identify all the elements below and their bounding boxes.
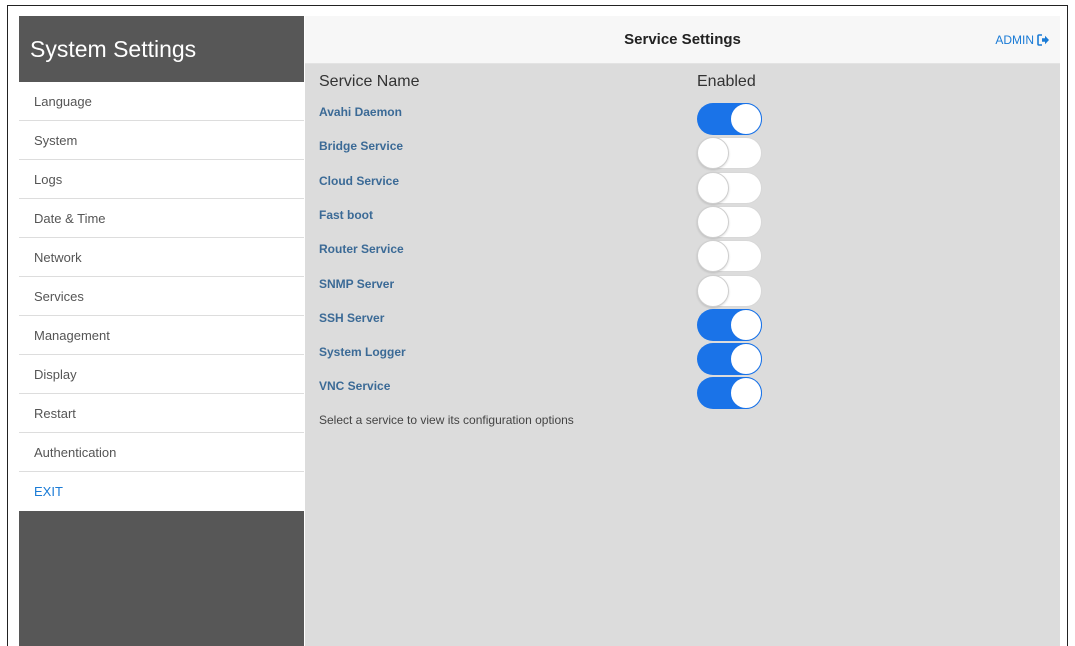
sidebar-item-system[interactable]: System [19,121,304,160]
sidebar-item-management[interactable]: Management [19,316,304,355]
service-enabled-toggle[interactable] [697,171,762,204]
service-enabled-toggle[interactable] [697,240,762,273]
toggle-knob [730,343,762,376]
service-name[interactable]: VNC Service [319,379,390,393]
sidebar-item-date-time[interactable]: Date & Time [19,199,304,238]
service-enabled-toggle[interactable] [697,205,762,238]
toggle-knob [730,308,762,341]
sidebar-item-language[interactable]: Language [19,82,304,121]
service-name[interactable]: System Logger [319,345,406,359]
hint-text: Select a service to view its configurati… [319,413,574,427]
service-enabled-toggle[interactable] [697,308,762,341]
service-enabled-toggle[interactable] [697,137,762,170]
toggle-knob [697,205,729,238]
sidebar: System Settings Language System Logs Date &… [19,16,304,646]
toggle-knob [697,171,729,204]
sidebar-item-network[interactable]: Network [19,238,304,277]
toggle-knob [697,137,729,170]
sidebar-item-services[interactable]: Services [19,277,304,316]
admin-logout-link[interactable]: ADMIN [995,33,1050,47]
sidebar-item-exit[interactable]: EXIT [19,472,304,511]
service-name[interactable]: Bridge Service [319,139,403,153]
column-header-service-name: Service Name [319,73,420,90]
service-enabled-toggle[interactable] [697,103,762,135]
toggle-knob [697,240,729,273]
sidebar-item-restart[interactable]: Restart [19,394,304,433]
service-name[interactable]: Router Service [319,242,404,256]
top-bar: Service Settings ADMIN [305,16,1060,64]
sidebar-item-logs[interactable]: Logs [19,160,304,199]
service-enabled-toggle[interactable] [697,343,762,376]
page-title: Service Settings [624,31,741,48]
service-name[interactable]: Avahi Daemon [319,105,402,119]
service-name[interactable]: Fast boot [319,208,373,222]
service-enabled-toggle[interactable] [697,377,762,410]
main-panel: Service Settings ADMIN Service Name Enab… [305,16,1060,646]
column-header-enabled: Enabled [697,73,756,90]
service-name[interactable]: Cloud Service [319,174,399,188]
sidebar-title: System Settings [30,35,197,62]
sidebar-item-authentication[interactable]: Authentication [19,433,304,472]
toggle-knob [730,377,762,410]
logout-icon [1037,34,1049,46]
toggle-knob [730,103,762,135]
admin-label: ADMIN [995,33,1034,47]
service-name[interactable]: SNMP Server [319,277,394,291]
service-name[interactable]: SSH Server [319,311,384,325]
toggle-knob [697,274,729,307]
service-enabled-toggle[interactable] [697,274,762,307]
sidebar-item-display[interactable]: Display [19,355,304,394]
sidebar-menu: Language System Logs Date & Time Network Serv… [19,82,304,511]
